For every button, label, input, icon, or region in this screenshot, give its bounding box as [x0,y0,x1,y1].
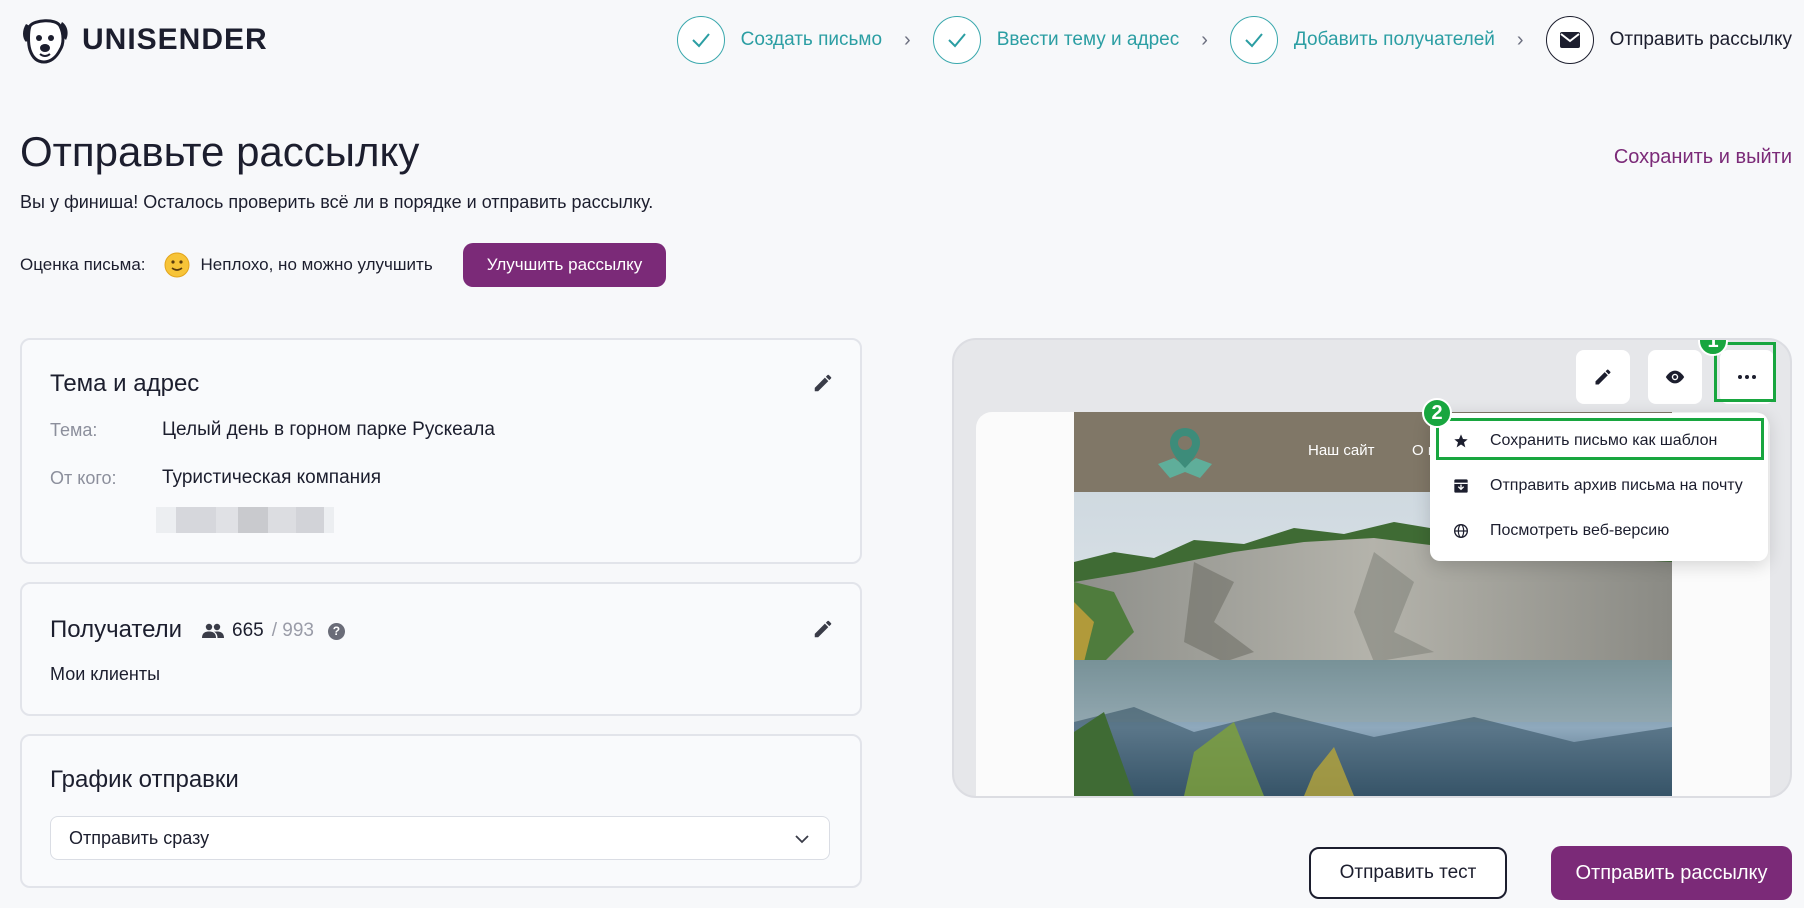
envelope-icon [1545,16,1594,64]
recipient-list-name: Мои клиенты [50,664,161,684]
menu-item-label: Отправить архив письма на почту [1490,477,1743,494]
chevron-down-icon [795,835,809,844]
recipients-count: 665 / 993 ? [202,620,345,642]
letter-rating: Оценка письма: Неплохо, но можно улучшит… [20,243,667,287]
step-badge: 2 [1422,398,1452,428]
subject-address-card: Тема и адрес Тема: Целый день в горном п… [20,338,862,564]
check-icon [676,16,725,64]
pencil-icon [1595,369,1611,385]
step-label: Создать письмо [740,29,883,50]
card-title: График отправки [50,766,239,793]
eye-icon [1665,370,1685,384]
page-subtitle: Вы у финиша! Осталось проверить всё ли в… [20,192,654,212]
send-schedule-select[interactable]: Отправить сразу [50,816,830,860]
menu-item-send-archive[interactable]: Отправить архив письма на почту [1430,464,1768,508]
map-pin-logo-icon [1158,428,1212,478]
from-value: Туристическая компания [162,467,382,488]
recipients-count-value: 665 [232,620,264,641]
send-test-button[interactable]: Отправить тест [1309,847,1507,899]
menu-item-web-version[interactable]: Посмотреть веб-версию [1430,509,1768,553]
chevron-right-icon: › [1201,28,1208,51]
check-icon [1229,16,1278,64]
select-value: Отправить сразу [69,827,210,848]
pencil-icon[interactable] [812,618,834,640]
schedule-card: График отправки Отправить сразу [20,734,862,888]
rating-value: Неплохо, но можно улучшить [200,255,433,274]
progress-steps: Создать письмо › Ввести тему и адрес › Д… [676,16,1792,64]
step-label: Отправить рассылку [1609,29,1792,50]
rating-label: Оценка письма: [20,255,146,274]
logo-text: UNISENDER [82,23,268,56]
recipients-card: Получатели 665 / 993 ? Мои клиенты [20,582,862,716]
step-add-recipients[interactable]: Добавить получателей [1229,16,1495,64]
chevron-right-icon: › [1516,28,1524,51]
dog-logo-icon [23,19,68,64]
save-and-exit-link[interactable]: Сохранить и выйти [1614,146,1792,169]
subject-label: Тема: [50,420,98,440]
improve-campaign-button[interactable]: Улучшить рассылку [462,243,667,287]
step-label: Ввести тему и адрес [996,29,1180,50]
chevron-right-icon: › [904,28,911,51]
edit-letter-button[interactable] [1576,350,1630,404]
globe-icon [1452,522,1470,540]
preview-button[interactable] [1648,350,1702,404]
from-label: От кого: [50,468,117,488]
subject-value: Целый день в горном парке Рускеала [162,419,495,440]
check-icon [932,16,981,64]
help-icon[interactable]: ? [327,622,345,640]
email-nav-item: Наш сайт [1308,442,1375,459]
step-subject-address[interactable]: Ввести тему и адрес [932,16,1180,64]
highlight-save-template [1436,418,1764,460]
send-campaign-button[interactable]: Отправить рассылку [1551,846,1792,900]
card-title: Тема и адрес [50,370,200,397]
step-label: Добавить получателей [1293,29,1495,50]
archive-icon [1452,477,1470,495]
step-create-letter[interactable]: Создать письмо [676,16,883,64]
card-title: Получатели [50,616,183,643]
recipients-total-value: / 993 [271,620,314,641]
menu-item-label: Посмотреть веб-версию [1490,522,1670,539]
email-preview-panel: Наш сайт О н 1 [952,338,1792,798]
header: UNISENDER Создать письмо › Ввести тему и… [0,0,1804,80]
smiley-icon [164,252,190,278]
logo[interactable]: UNISENDER [20,16,268,64]
step-send-campaign[interactable]: Отправить рассылку [1545,16,1792,64]
page-title: Отправьте рассылку [20,128,420,175]
pencil-icon[interactable] [812,372,834,394]
blurred-email-address [156,507,334,533]
people-icon [202,623,224,638]
